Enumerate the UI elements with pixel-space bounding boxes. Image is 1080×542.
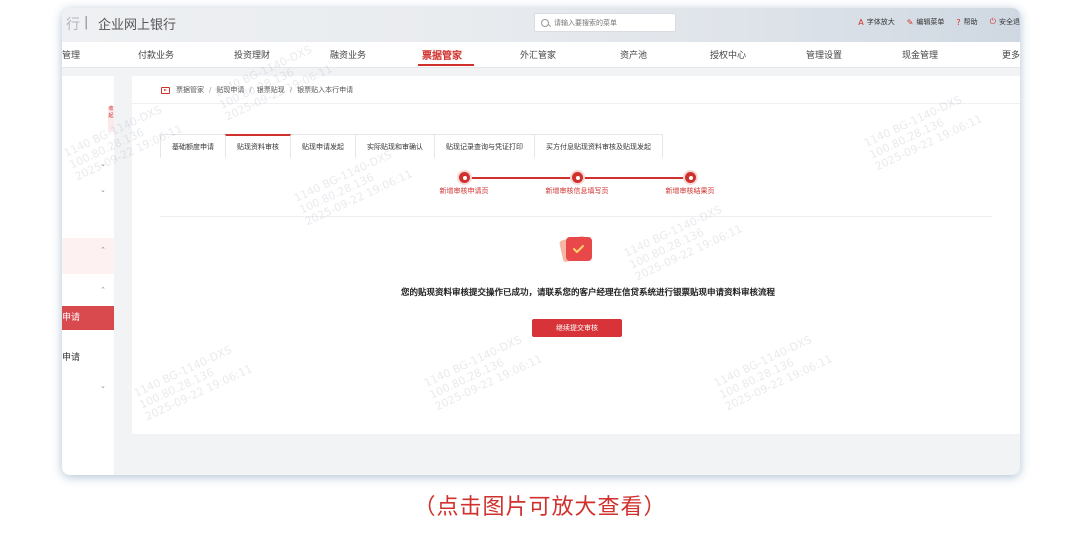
sidebar-item-active[interactable]: 申请 [62,306,114,330]
step-connector [577,177,690,179]
tab-basic-quota[interactable]: 基础额度申请 [160,134,226,158]
header-separator: | [84,15,89,30]
nav-item-authorization[interactable]: 授权中心 [710,48,746,61]
sidebar: 收起 ⌄ ⌄ ⌃ ⌃ 申请 申请 ⌄ [62,76,114,475]
step-dot [572,172,583,183]
search-icon [541,18,549,27]
sidebar-item[interactable]: 申请 [62,350,80,363]
menu-search-input[interactable] [554,18,664,27]
logout-button[interactable]: ⏻ 安全退 [990,17,1020,27]
font-size-icon: A [858,17,864,27]
chevron-down-icon[interactable]: ⌄ [100,186,106,194]
help-button[interactable]: ? 帮助 [956,17,977,27]
breadcrumb: 票据管家 / 贴现申请 / 银票贴现 / 银票贴入本行申请 [161,85,353,95]
sidebar-group-expanded[interactable]: ⌃ [62,238,114,274]
step-dot [685,172,696,183]
edit-menu-button[interactable]: ✎ 编辑菜单 [907,17,945,27]
breadcrumb-item[interactable]: 银票贴现 [257,85,285,95]
sidebar-collapse-button[interactable]: 收起 [108,106,114,132]
tab-buyer-interest[interactable]: 买方付息贴现资料审核及贴现发起 [534,134,663,158]
nav-item-investment[interactable]: 投资理财 [234,48,270,61]
step-label: 新增审核信息填写页 [545,187,609,195]
image-caption: （点击图片可放大查看） [413,495,667,520]
nav-item-settings[interactable]: 管理设置 [806,48,842,61]
step-label: 新增审核申请页 [439,187,489,195]
nav-item-payment[interactable]: 付款业务 [138,48,174,61]
breadcrumb-divider [132,103,1020,104]
tab-record-query[interactable]: 贴现记录查询与凭证打印 [434,134,535,158]
nav-item-financing[interactable]: 融资业务 [330,48,366,61]
tab-bar: 基础额度申请 贴现资料审核 贴现申请发起 实际贴现和审确认 贴现记录查询与凭证打… [160,134,663,158]
breadcrumb-item[interactable]: 贴现申请 [216,85,244,95]
logout-label: 安全退 [999,18,1020,26]
chevron-down-icon[interactable]: ⌄ [100,382,106,390]
nav-item-fx[interactable]: 外汇管家 [520,48,556,61]
step-dot [459,172,470,183]
nav-item-asset-pool[interactable]: 资产池 [620,48,647,61]
nav-item-bills[interactable]: 票据管家 [422,47,462,62]
edit-menu-label: 编辑菜单 [916,18,945,26]
success-message: 您的贴现资料审核提交操作已成功，请联系您的客户经理在信贷系统进行银票贴现申请资料… [400,288,775,298]
nav-item-manage[interactable]: 管理 [62,48,80,61]
step-connector [464,177,577,179]
menu-search[interactable] [534,13,676,32]
power-icon: ⏻ [989,17,996,26]
step-label: 新增审核结果页 [665,187,715,195]
content-divider [160,216,992,217]
top-tools: A 字体放大 ✎ 编辑菜单 ? 帮助 ⏻ 安全退 [858,17,1020,27]
progress-steps: 新增审核申请页 新增审核信息填写页 新增审核结果页 [432,172,752,202]
breadcrumb-separator: / [289,86,293,94]
tab-material-review[interactable]: 贴现资料审核 [225,134,291,158]
breadcrumb-separator: / [249,86,252,94]
bank-logo: 行 [66,17,80,33]
nav-item-cash[interactable]: 现金管理 [902,48,938,61]
tab-discount-initiate[interactable]: 贴现申请发起 [290,134,356,158]
chevron-up-icon[interactable]: ⌃ [100,246,106,254]
help-icon: ? [956,17,961,27]
play-icon [161,86,170,94]
edit-menu-icon: ✎ [906,17,914,27]
chevron-up-icon[interactable]: ⌃ [100,286,106,294]
continue-submit-button[interactable]: 继续提交审核 [532,319,622,337]
bank-name: 企业网上银行 [98,18,177,33]
breadcrumb-separator: / [209,86,212,94]
top-header: 行 | 企业网上银行 A 字体放大 ✎ 编辑菜单 ? 帮助 ⏻ 安全退 [62,8,1020,42]
breadcrumb-current: 银票贴入本行申请 [297,86,354,94]
chevron-down-icon[interactable]: ⌄ [100,160,106,168]
nav-item-more[interactable]: 更多 [1002,48,1020,61]
main-nav: 管理 付款业务 投资理财 融资业务 票据管家 外汇管家 资产池 授权中心 管理设… [62,42,1020,68]
help-label: 帮助 [963,18,978,26]
app-window: 行 | 企业网上银行 A 字体放大 ✎ 编辑菜单 ? 帮助 ⏻ 安全退 [62,8,1020,475]
nav-active-underline [418,64,474,66]
tab-actual-discount-confirm[interactable]: 实际贴现和审确认 [355,134,435,158]
font-enlarge-button[interactable]: A 字体放大 [858,17,894,27]
success-check-icon [559,236,592,262]
content-panel: 票据管家 / 贴现申请 / 银票贴现 / 银票贴入本行申请 基础额度申请 贴现资… [132,76,1020,434]
breadcrumb-item[interactable]: 票据管家 [176,85,204,95]
font-enlarge-label: 字体放大 [866,18,895,26]
